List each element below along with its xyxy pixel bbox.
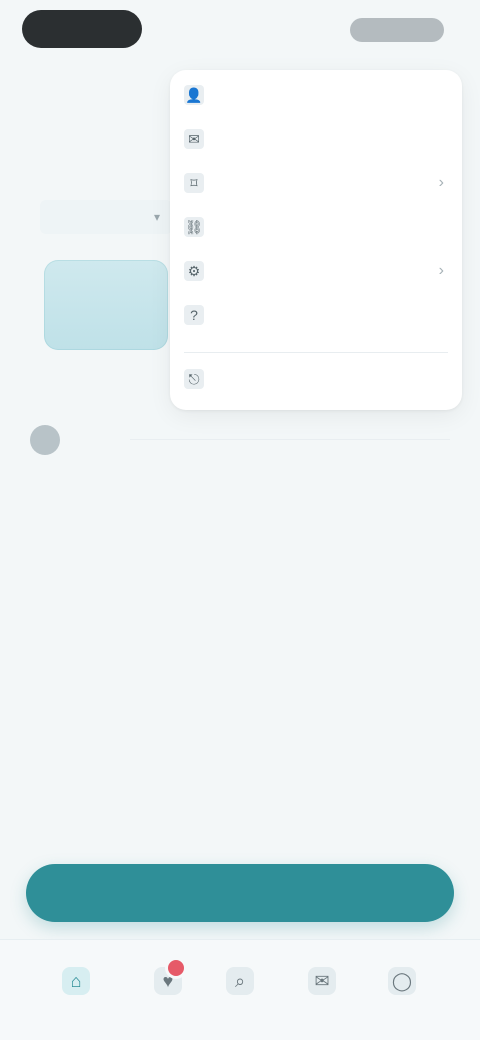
- menu-item-1[interactable]: 👤: [184, 78, 444, 112]
- menu-item-6[interactable]: ?: [184, 298, 444, 332]
- chat-icon: ✉: [308, 967, 336, 995]
- nav-item-search[interactable]: ⌕: [200, 950, 280, 1020]
- link-icon: ⛓: [184, 217, 204, 237]
- profile-icon: ◯: [388, 967, 416, 995]
- avatar: [30, 425, 60, 455]
- divider-line: [130, 439, 450, 440]
- menu-item-2[interactable]: ✉: [184, 122, 444, 156]
- nav-item-favorites[interactable]: ♥: [128, 950, 208, 1020]
- chevron-right-icon: ›: [438, 174, 444, 191]
- help-icon: ?: [184, 305, 204, 325]
- nav-item-home[interactable]: ⌂: [36, 950, 116, 1020]
- home-icon: ⌂: [62, 967, 90, 995]
- menu-item-7[interactable]: ⎋: [184, 362, 444, 396]
- menu-divider: [184, 352, 448, 353]
- dropdown-menu: 👤 ✉ ⌑ › ⛓ ⚙ › ? ⎋: [170, 70, 462, 410]
- top-bar: [0, 0, 480, 64]
- logout-icon: ⎋: [184, 369, 204, 389]
- nav-item-profile[interactable]: ◯: [362, 950, 442, 1020]
- menu-item-5[interactable]: ⚙ ›: [184, 254, 444, 288]
- bookmark-icon: ⌑: [184, 173, 204, 193]
- top-pill[interactable]: [22, 10, 142, 48]
- notification-badge: [168, 960, 184, 976]
- left-card[interactable]: [44, 260, 168, 350]
- search-icon: ⌕: [226, 967, 254, 995]
- info-row[interactable]: [30, 420, 450, 460]
- settings-icon: ⚙: [184, 261, 204, 281]
- chevron-right-icon: ›: [438, 262, 444, 279]
- menu-item-3[interactable]: ⌑ ›: [184, 166, 444, 200]
- mail-icon: ✉: [184, 129, 204, 149]
- chevron-down-icon: ▾: [153, 210, 160, 224]
- left-column: ▾: [20, 110, 172, 380]
- nav-item-chat[interactable]: ✉: [282, 950, 362, 1020]
- bottom-nav: ⌂ ♥ ⌕ ✉ ◯: [0, 939, 480, 1040]
- menu-item-4[interactable]: ⛓: [184, 210, 444, 244]
- user-icon: 👤: [184, 85, 204, 105]
- left-select[interactable]: ▾: [40, 200, 172, 234]
- primary-action-button[interactable]: [26, 864, 454, 922]
- top-right-control[interactable]: [350, 18, 444, 42]
